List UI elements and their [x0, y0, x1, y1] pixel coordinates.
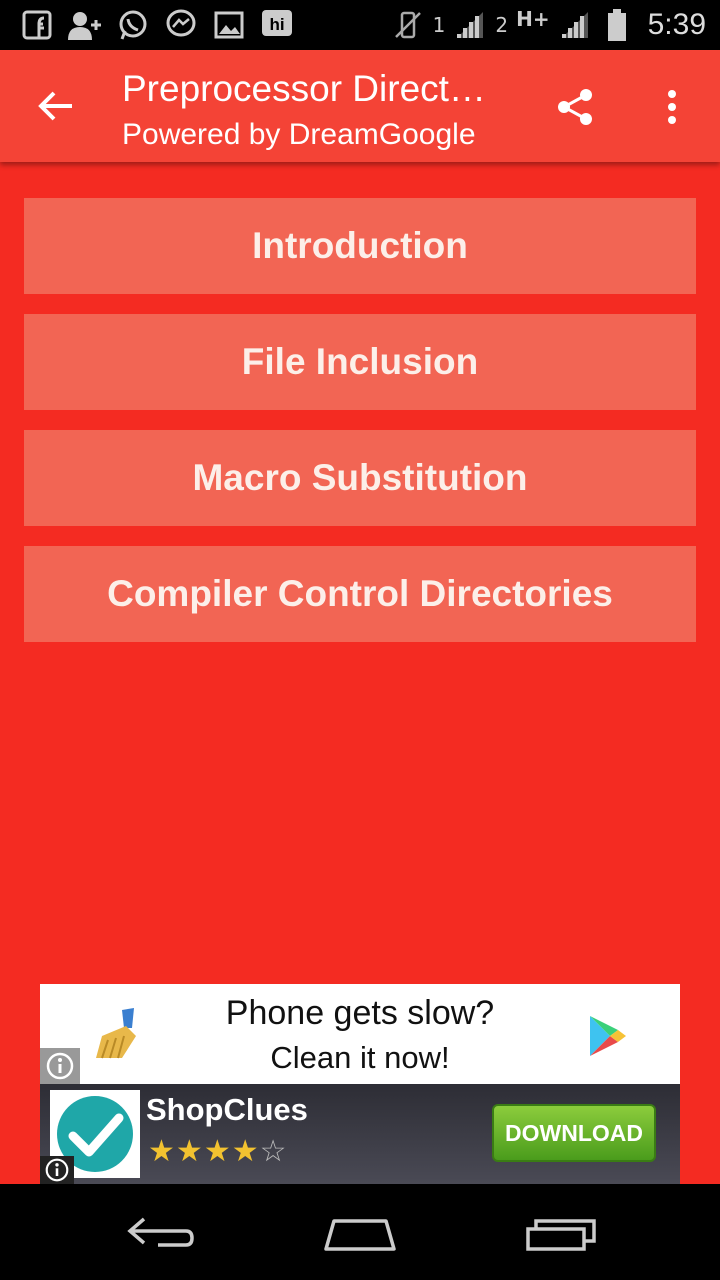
star-filled-icon: ★ — [175, 1134, 204, 1169]
facebook-notification-icon — [20, 8, 54, 42]
recents-nav-button[interactable] — [520, 1208, 600, 1258]
clock: 5:39 — [647, 8, 706, 41]
messenger-icon — [164, 8, 198, 42]
star-filled-icon: ★ — [148, 1134, 176, 1169]
ad-headline: Phone gets slow? — [225, 994, 495, 1032]
back-button[interactable] — [30, 80, 82, 132]
download-button[interactable]: DOWNLOAD — [492, 1104, 656, 1162]
star-rating: ★★★★☆ — [148, 1134, 288, 1169]
sim2-label: 2 — [495, 13, 509, 37]
star-empty-icon: ☆ — [259, 1134, 288, 1169]
recent-apps-icon — [526, 1219, 596, 1251]
star-filled-icon: ★ — [231, 1134, 260, 1169]
compiler-control-directories-label: Compiler Control Directories — [107, 573, 613, 614]
play-store-icon — [588, 1014, 628, 1058]
ad-app-name: ShopClues — [146, 1092, 308, 1127]
share-icon — [558, 89, 592, 125]
compiler-control-directories-button[interactable]: Compiler Control Directories — [24, 546, 696, 642]
file-inclusion-button[interactable]: File Inclusion — [24, 314, 696, 410]
signal-icon — [558, 8, 592, 42]
file-inclusion-label: File Inclusion — [241, 341, 479, 382]
overflow-menu-button[interactable] — [650, 80, 694, 134]
signal-icon — [453, 8, 487, 42]
introduction-label: Introduction — [252, 225, 468, 266]
home-nav-button[interactable] — [320, 1208, 400, 1258]
home-icon — [324, 1219, 396, 1251]
topic-menu: Introduction File Inclusion Macro Substi… — [24, 198, 696, 662]
screen: hi 1 2 H+ 5:39 Preprocessor Direct… Powe… — [0, 0, 720, 1280]
add-contact-icon — [68, 8, 102, 42]
more-vertical-icon — [668, 90, 676, 124]
ad-banner-top[interactable]: Phone gets slow? Clean it now! — [40, 984, 680, 1084]
back-nav-button[interactable] — [120, 1208, 200, 1258]
system-indicators: 1 2 H+ 5:39 — [391, 0, 706, 50]
ad-banner-bottom[interactable]: ShopClues ★★★★☆ DOWNLOAD — [40, 1084, 680, 1184]
star-filled-icon: ★ — [203, 1134, 232, 1169]
introduction-button[interactable]: Introduction — [24, 198, 696, 294]
gallery-icon — [212, 8, 246, 42]
battery-icon — [600, 8, 634, 42]
macro-substitution-button[interactable]: Macro Substitution — [24, 430, 696, 526]
back-icon — [127, 1217, 194, 1247]
whatsapp-icon — [116, 8, 150, 42]
page-subtitle: Powered by DreamGoogle — [122, 118, 476, 151]
sim1-label: 1 — [432, 13, 446, 37]
hike-icon: hi — [260, 8, 294, 42]
status-bar: hi 1 2 H+ 5:39 — [0, 0, 720, 50]
download-label: DOWNLOAD — [505, 1119, 643, 1146]
ad-subline: Clean it now! — [270, 1040, 450, 1075]
ad-info-icon[interactable] — [40, 1048, 80, 1084]
share-button[interactable] — [548, 80, 602, 134]
page-title: Preprocessor Direct… — [122, 68, 486, 109]
ad-info-icon[interactable] — [40, 1156, 74, 1184]
navigation-bar — [0, 1184, 720, 1280]
macro-substitution-label: Macro Substitution — [192, 457, 528, 498]
app-bar: Preprocessor Direct… Powered by DreamGoo… — [0, 50, 720, 162]
svg-text:hi: hi — [269, 15, 284, 34]
vibrate-off-icon — [391, 8, 425, 42]
notification-icons: hi — [0, 8, 294, 42]
arrow-left-icon — [38, 91, 72, 121]
network-type-label: H+ — [516, 7, 550, 31]
